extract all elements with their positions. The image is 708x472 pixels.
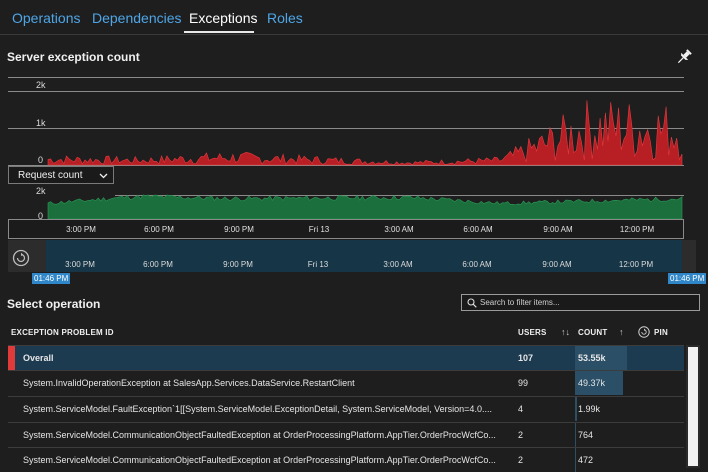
range-start-time: 01:46 PM <box>32 273 71 284</box>
column-header-problem-id[interactable]: EXCEPTION PROBLEM ID <box>11 328 114 337</box>
count-bar <box>575 448 576 472</box>
count-bar <box>575 423 576 447</box>
range-end-handle[interactable] <box>682 240 696 272</box>
sort-both-icon[interactable]: ↑↓ <box>561 327 570 337</box>
count-value: 1.99k <box>578 404 601 414</box>
search-icon <box>467 298 477 308</box>
range-x-label: 9:00 PM <box>223 260 253 269</box>
time-range-selector[interactable]: 3:00 PM 6:00 PM 9:00 PM Fri 13 3:00 AM 6… <box>8 240 696 272</box>
range-x-label: 12:00 PM <box>618 260 654 269</box>
range-x-label: 9:00 AM <box>542 260 572 269</box>
users-value: 2 <box>518 455 524 465</box>
users-value: 2 <box>518 430 524 440</box>
requests-area-series <box>47 194 683 220</box>
x-label: 9:00 AM <box>543 225 573 234</box>
problem-id: System.ServiceModel.FaultException`1[[Sy… <box>23 404 492 414</box>
table-row[interactable]: System.ServiceModel.CommunicationObjectF… <box>8 447 684 472</box>
column-header-pin[interactable]: PIN <box>654 328 668 337</box>
range-x-label: 3:00 AM <box>383 260 413 269</box>
table-row[interactable]: System.ServiceModel.CommunicationObjectF… <box>8 422 684 447</box>
x-label: 3:00 AM <box>384 225 414 234</box>
users-value: 107 <box>518 353 534 363</box>
x-label: Fri 13 <box>308 225 330 234</box>
metric-dropdown-label: Request count <box>18 170 83 181</box>
count-value: 764 <box>578 430 594 440</box>
x-label: 6:00 AM <box>463 225 493 234</box>
metric-dropdown[interactable]: Request count <box>8 166 114 184</box>
pin-column-icon <box>638 326 650 338</box>
sort-up-icon[interactable]: ↑ <box>619 327 624 337</box>
table-row[interactable]: System.InvalidOperationException at Sale… <box>8 370 684 395</box>
table-row-overall[interactable]: Overall 107 53.55k <box>8 345 684 370</box>
problem-id: Overall <box>23 353 54 363</box>
x-label: 3:00 PM <box>66 225 96 234</box>
range-end-time: 01:46 PM <box>668 273 707 284</box>
x-label: 9:00 PM <box>224 225 254 234</box>
x-label: 12:00 PM <box>619 225 655 234</box>
range-x-label: 6:00 PM <box>143 260 173 269</box>
chart-canvas <box>47 100 683 220</box>
problem-id: System.InvalidOperationException at Sale… <box>23 378 355 388</box>
select-operation-title: Select operation <box>7 297 101 311</box>
filter-input[interactable] <box>480 296 695 309</box>
reset-zoom-icon[interactable] <box>12 249 30 267</box>
count-value: 49.37k <box>578 378 606 388</box>
column-header-count[interactable]: COUNT <box>578 328 607 337</box>
x-label: 6:00 PM <box>144 225 174 234</box>
table-scrollbar-thumb[interactable] <box>688 347 698 466</box>
filter-box[interactable] <box>461 294 700 311</box>
table-row[interactable]: System.ServiceModel.FaultException`1[[Sy… <box>8 396 684 421</box>
exceptions-area-series <box>47 100 683 166</box>
column-header-users[interactable]: USERS <box>518 328 547 337</box>
chevron-down-icon <box>99 173 108 179</box>
users-value: 4 <box>518 404 524 414</box>
count-bar <box>575 397 577 421</box>
problem-id: System.ServiceModel.CommunicationObjectF… <box>23 430 496 440</box>
count-value: 472 <box>578 455 594 465</box>
problem-id: System.ServiceModel.CommunicationObjectF… <box>23 455 496 465</box>
users-value: 99 <box>518 378 529 388</box>
range-x-label: 3:00 PM <box>65 260 95 269</box>
count-value: 53.55k <box>578 353 606 363</box>
x-axis: 3:00 PM 6:00 PM 9:00 PM Fri 13 3:00 AM 6… <box>8 219 684 239</box>
range-x-label: 6:00 AM <box>462 260 492 269</box>
selected-row-marker <box>8 346 15 370</box>
range-x-label: Fri 13 <box>307 260 329 269</box>
